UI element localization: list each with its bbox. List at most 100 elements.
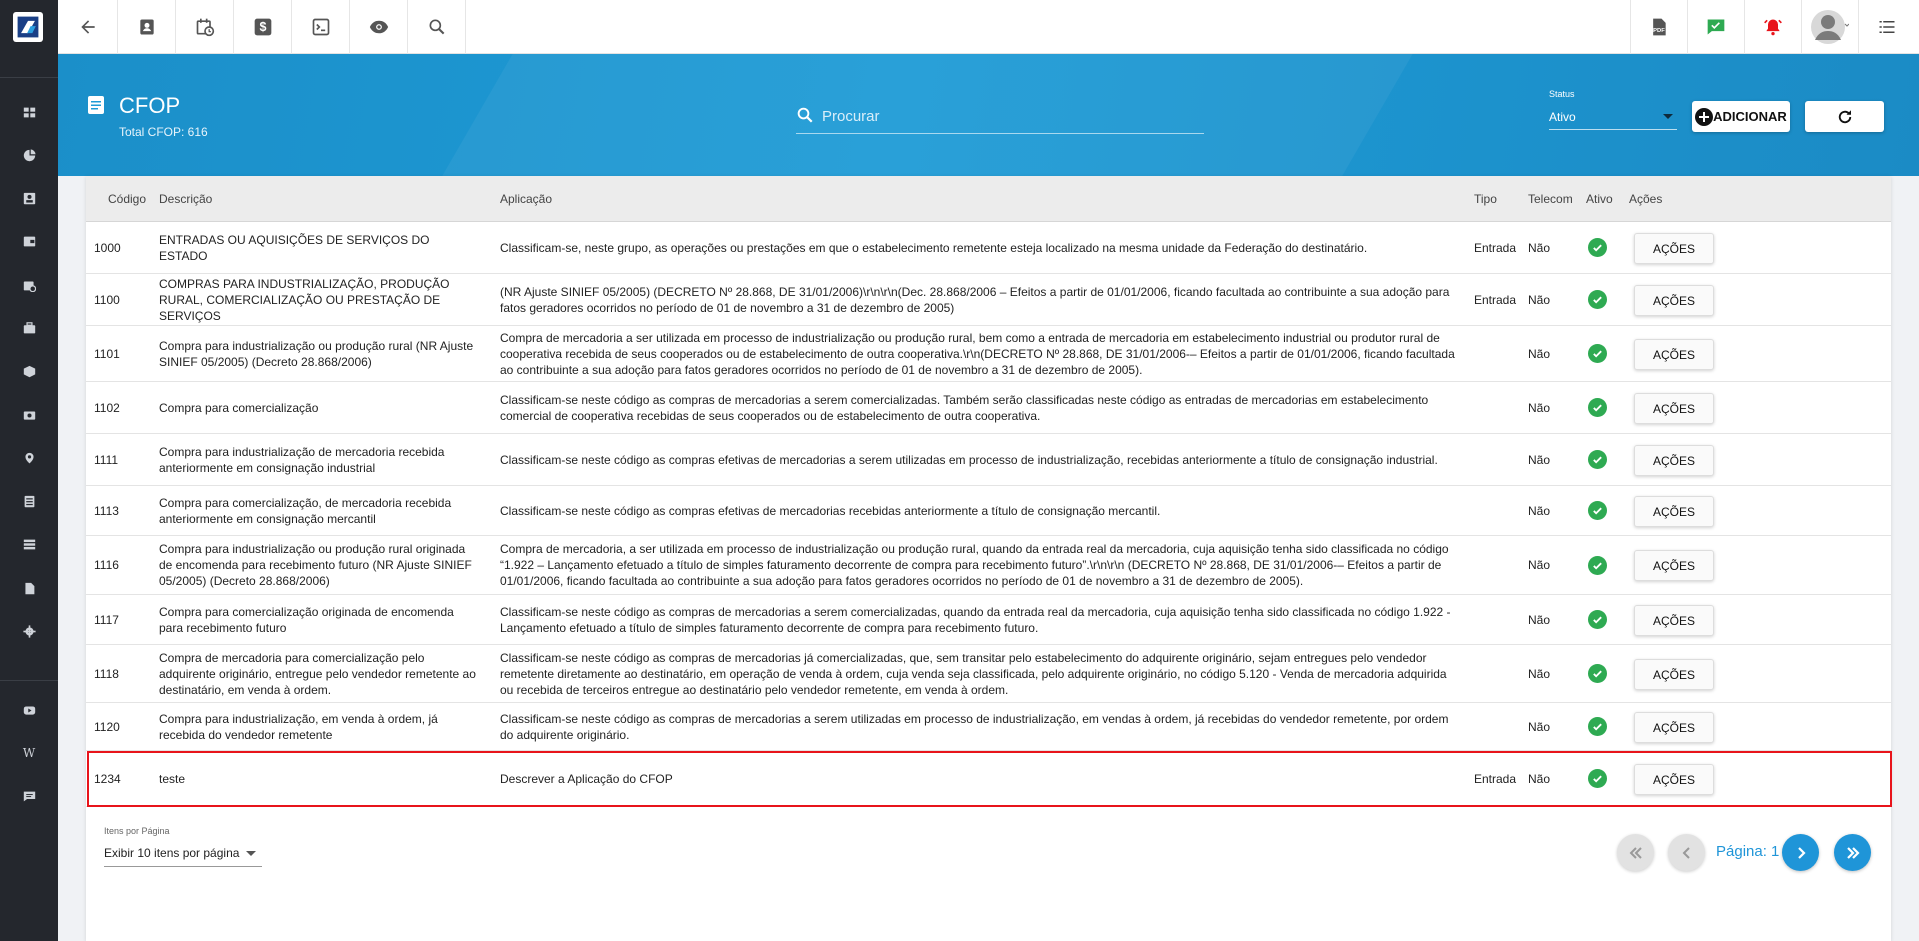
actions-button[interactable]: AÇÕES xyxy=(1634,393,1714,424)
calendar-icon[interactable] xyxy=(0,273,58,297)
refresh-button[interactable] xyxy=(1805,101,1884,132)
check-circle-icon xyxy=(1587,610,1607,629)
terminal-icon[interactable] xyxy=(292,0,350,54)
svg-text:PDF: PDF xyxy=(1653,28,1665,34)
svg-text:$: $ xyxy=(259,20,266,34)
check-circle-icon xyxy=(1587,555,1607,575)
table-row[interactable]: 1102 Compra para comercialização Classific… xyxy=(86,382,1891,434)
table-row[interactable]: 1120 Compra para industrialização, em ven… xyxy=(86,703,1891,751)
check-circle-icon xyxy=(1587,664,1607,683)
table-row[interactable]: 1000 ENTRADAS OU AQUISIÇÕES DE SERVIÇOS D… xyxy=(86,222,1891,274)
table-row[interactable]: 1101 Compra para industrialização ou prod… xyxy=(86,326,1891,382)
dollar-icon[interactable]: $ xyxy=(234,0,292,54)
header-acoes: Ações xyxy=(1629,192,1663,206)
wallet-icon[interactable] xyxy=(0,229,58,253)
avatar[interactable] xyxy=(1801,0,1858,54)
table-row[interactable]: 1117 Compra para comercialização originad… xyxy=(86,595,1891,645)
items-per-page-value: Exibir 10 itens por página xyxy=(104,846,240,860)
cell-tipo xyxy=(1474,486,1529,535)
cell-tipo xyxy=(1474,326,1529,381)
actions-button[interactable]: AÇÕES xyxy=(1634,339,1714,370)
app-logo[interactable] xyxy=(13,12,43,42)
location-icon[interactable] xyxy=(0,446,58,470)
actions-button[interactable]: AÇÕES xyxy=(1634,712,1714,743)
check-circle-icon xyxy=(1587,450,1607,469)
check-circle-icon xyxy=(1587,290,1607,309)
cell-telecom: Não xyxy=(1528,558,1551,572)
actions-button[interactable]: AÇÕES xyxy=(1634,496,1714,527)
search-box xyxy=(796,102,1204,134)
previous-page-button[interactable] xyxy=(1668,834,1705,871)
table-row[interactable]: 1118 Compra de mercadoria para comerciali… xyxy=(86,645,1891,703)
cell-aplicacao: Classificam-se, neste grupo, as operaçõe… xyxy=(500,240,1368,255)
actions-button[interactable]: AÇÕES xyxy=(1634,285,1714,316)
contact-icon[interactable] xyxy=(0,186,58,210)
double-chevron-right-icon xyxy=(1846,846,1860,859)
gear-icon[interactable] xyxy=(0,619,58,643)
sidebar: W xyxy=(0,0,58,941)
add-button[interactable]: ADICIONAR xyxy=(1692,101,1790,132)
table-row[interactable]: 1100 COMPRAS PARA INDUSTRIALIZAÇÃO, PRODU… xyxy=(86,274,1891,326)
cell-tipo xyxy=(1474,536,1529,594)
back-arrow-icon[interactable] xyxy=(58,0,118,54)
table-row[interactable]: 1111 Compra para industrialização de merc… xyxy=(86,434,1891,486)
eye-icon[interactable] xyxy=(350,0,408,54)
cell-descricao: Compra para industrialização de mercador… xyxy=(159,444,445,475)
table-row[interactable]: 1116 Compra para industrialização ou prod… xyxy=(86,536,1891,595)
contact-card-icon[interactable] xyxy=(118,0,176,54)
cell-tipo: Entrada xyxy=(1474,292,1517,307)
cell-descricao: Compra para comercialização xyxy=(159,400,319,415)
cube-icon[interactable] xyxy=(0,359,58,383)
header-descricao[interactable]: Descrição xyxy=(159,192,212,206)
search-icon xyxy=(796,106,814,124)
cell-ativo xyxy=(1586,595,1608,644)
cell-codigo: 1101 xyxy=(94,346,120,361)
header-codigo[interactable]: Código xyxy=(108,192,146,206)
actions-button[interactable]: AÇÕES xyxy=(1634,445,1714,476)
cell-ativo xyxy=(1586,703,1608,750)
status-select[interactable]: Ativo xyxy=(1549,104,1677,130)
briefcase-icon[interactable] xyxy=(0,316,58,340)
cell-tipo xyxy=(1474,434,1529,485)
first-page-button[interactable] xyxy=(1617,834,1654,871)
table-row[interactable]: 1113 Compra para comercialização, de merc… xyxy=(86,486,1891,536)
cell-telecom: Não xyxy=(1528,612,1551,627)
money-icon[interactable] xyxy=(0,403,58,427)
actions-button[interactable]: AÇÕES xyxy=(1634,659,1714,690)
items-per-page-select[interactable]: Exibir 10 itens por página xyxy=(104,843,262,867)
chat-icon[interactable] xyxy=(0,784,58,808)
file-icon[interactable] xyxy=(0,576,58,600)
actions-button[interactable]: AÇÕES xyxy=(1634,605,1714,636)
cell-aplicacao: Classificam-se neste código as compras e… xyxy=(500,503,1161,518)
header-telecom[interactable]: Telecom xyxy=(1528,192,1573,206)
calendar-clock-icon[interactable] xyxy=(176,0,234,54)
actions-button[interactable]: AÇÕES xyxy=(1634,233,1714,264)
last-page-button[interactable] xyxy=(1834,834,1871,871)
alarm-bell-icon[interactable] xyxy=(1744,0,1801,54)
cell-descricao: Compra de mercadoria para comercializaçã… xyxy=(159,650,476,697)
chevron-right-icon xyxy=(1797,846,1806,859)
next-page-button[interactable] xyxy=(1782,834,1819,871)
wikipedia-icon[interactable]: W xyxy=(0,741,58,765)
pdf-icon[interactable]: PDF xyxy=(1630,0,1687,54)
search-icon[interactable] xyxy=(408,0,466,54)
header-ativo[interactable]: Ativo xyxy=(1586,192,1613,206)
document-list-icon[interactable] xyxy=(0,489,58,513)
header-tipo[interactable]: Tipo xyxy=(1474,192,1497,206)
pie-chart-icon[interactable] xyxy=(0,143,58,167)
cell-telecom: Não xyxy=(1528,666,1551,681)
check-circle-icon xyxy=(1587,501,1607,520)
plus-circle-icon xyxy=(1695,107,1714,126)
actions-button[interactable]: AÇÕES xyxy=(1634,550,1714,581)
refresh-icon xyxy=(1838,109,1851,123)
list-menu-icon[interactable] xyxy=(1858,0,1915,54)
server-icon[interactable] xyxy=(0,532,58,556)
cell-ativo xyxy=(1586,645,1608,702)
chat-check-icon[interactable] xyxy=(1687,0,1744,54)
header-aplicacao[interactable]: Aplicação xyxy=(500,192,552,206)
items-per-page-label: Itens por Página xyxy=(104,826,170,836)
youtube-icon[interactable] xyxy=(0,698,58,722)
dashboard-icon[interactable] xyxy=(0,100,58,124)
search-input[interactable] xyxy=(822,102,1202,130)
cell-codigo: 1116 xyxy=(94,558,119,572)
